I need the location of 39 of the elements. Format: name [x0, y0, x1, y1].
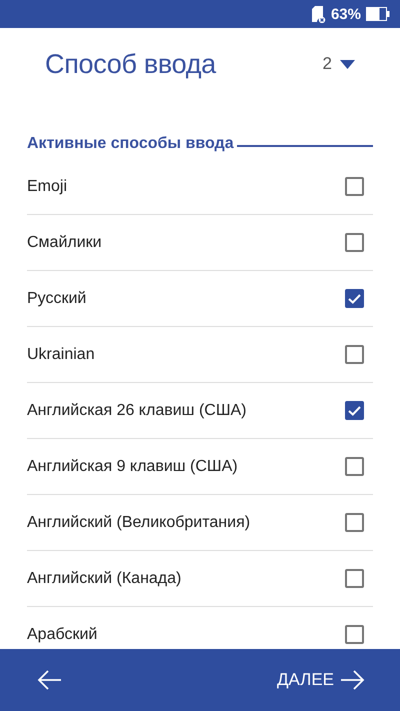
- battery-percentage: 63%: [330, 6, 361, 22]
- input-method-row[interactable]: Английский (Канада): [27, 551, 373, 607]
- section-title: Активные способы ввода: [27, 135, 234, 153]
- input-method-row[interactable]: Ukrainian: [27, 327, 373, 383]
- input-method-label: Русский: [27, 290, 86, 308]
- input-method-label: Emoji: [27, 178, 68, 196]
- checkbox[interactable]: [345, 345, 364, 364]
- arrow-left-icon: [37, 669, 62, 691]
- checkbox[interactable]: [345, 513, 364, 532]
- checkbox[interactable]: [345, 289, 364, 308]
- checkbox[interactable]: [345, 457, 364, 476]
- input-method-label: Английский (Канада): [27, 570, 182, 588]
- input-method-label: Смайлики: [27, 234, 102, 252]
- input-method-row[interactable]: Английская 9 клавиш (США): [27, 439, 373, 495]
- checkbox[interactable]: [345, 625, 364, 644]
- next-button[interactable]: ДАЛЕЕ: [276, 669, 365, 691]
- sd-card-icon: [312, 6, 326, 22]
- input-method-row[interactable]: Русский: [27, 271, 373, 327]
- input-method-label: Английская 9 клавиш (США): [27, 458, 238, 476]
- checkbox[interactable]: [345, 401, 364, 420]
- input-method-row[interactable]: Emoji: [27, 159, 373, 215]
- checkmark-icon: [348, 294, 361, 304]
- input-method-label: Ukrainian: [27, 346, 95, 364]
- checkbox[interactable]: [345, 569, 364, 588]
- battery-icon: [366, 7, 390, 21]
- arrow-right-icon: [340, 669, 365, 691]
- checkmark-icon: [348, 406, 361, 416]
- input-method-row[interactable]: Английская 26 клавиш (США): [27, 383, 373, 439]
- input-method-label: Английская 26 клавиш (США): [27, 402, 246, 420]
- page-selector[interactable]: 2: [322, 54, 355, 74]
- input-method-label: Английский (Великобритания): [27, 514, 250, 532]
- input-method-row[interactable]: Английский (Великобритания): [27, 495, 373, 551]
- checkbox[interactable]: [345, 177, 364, 196]
- input-method-label: Арабский: [27, 626, 98, 644]
- input-method-row[interactable]: Смайлики: [27, 215, 373, 271]
- checkbox[interactable]: [345, 233, 364, 252]
- dropdown-triangle-icon: [340, 60, 355, 68]
- back-button[interactable]: [37, 669, 62, 691]
- page-title: Способ ввода: [45, 48, 216, 80]
